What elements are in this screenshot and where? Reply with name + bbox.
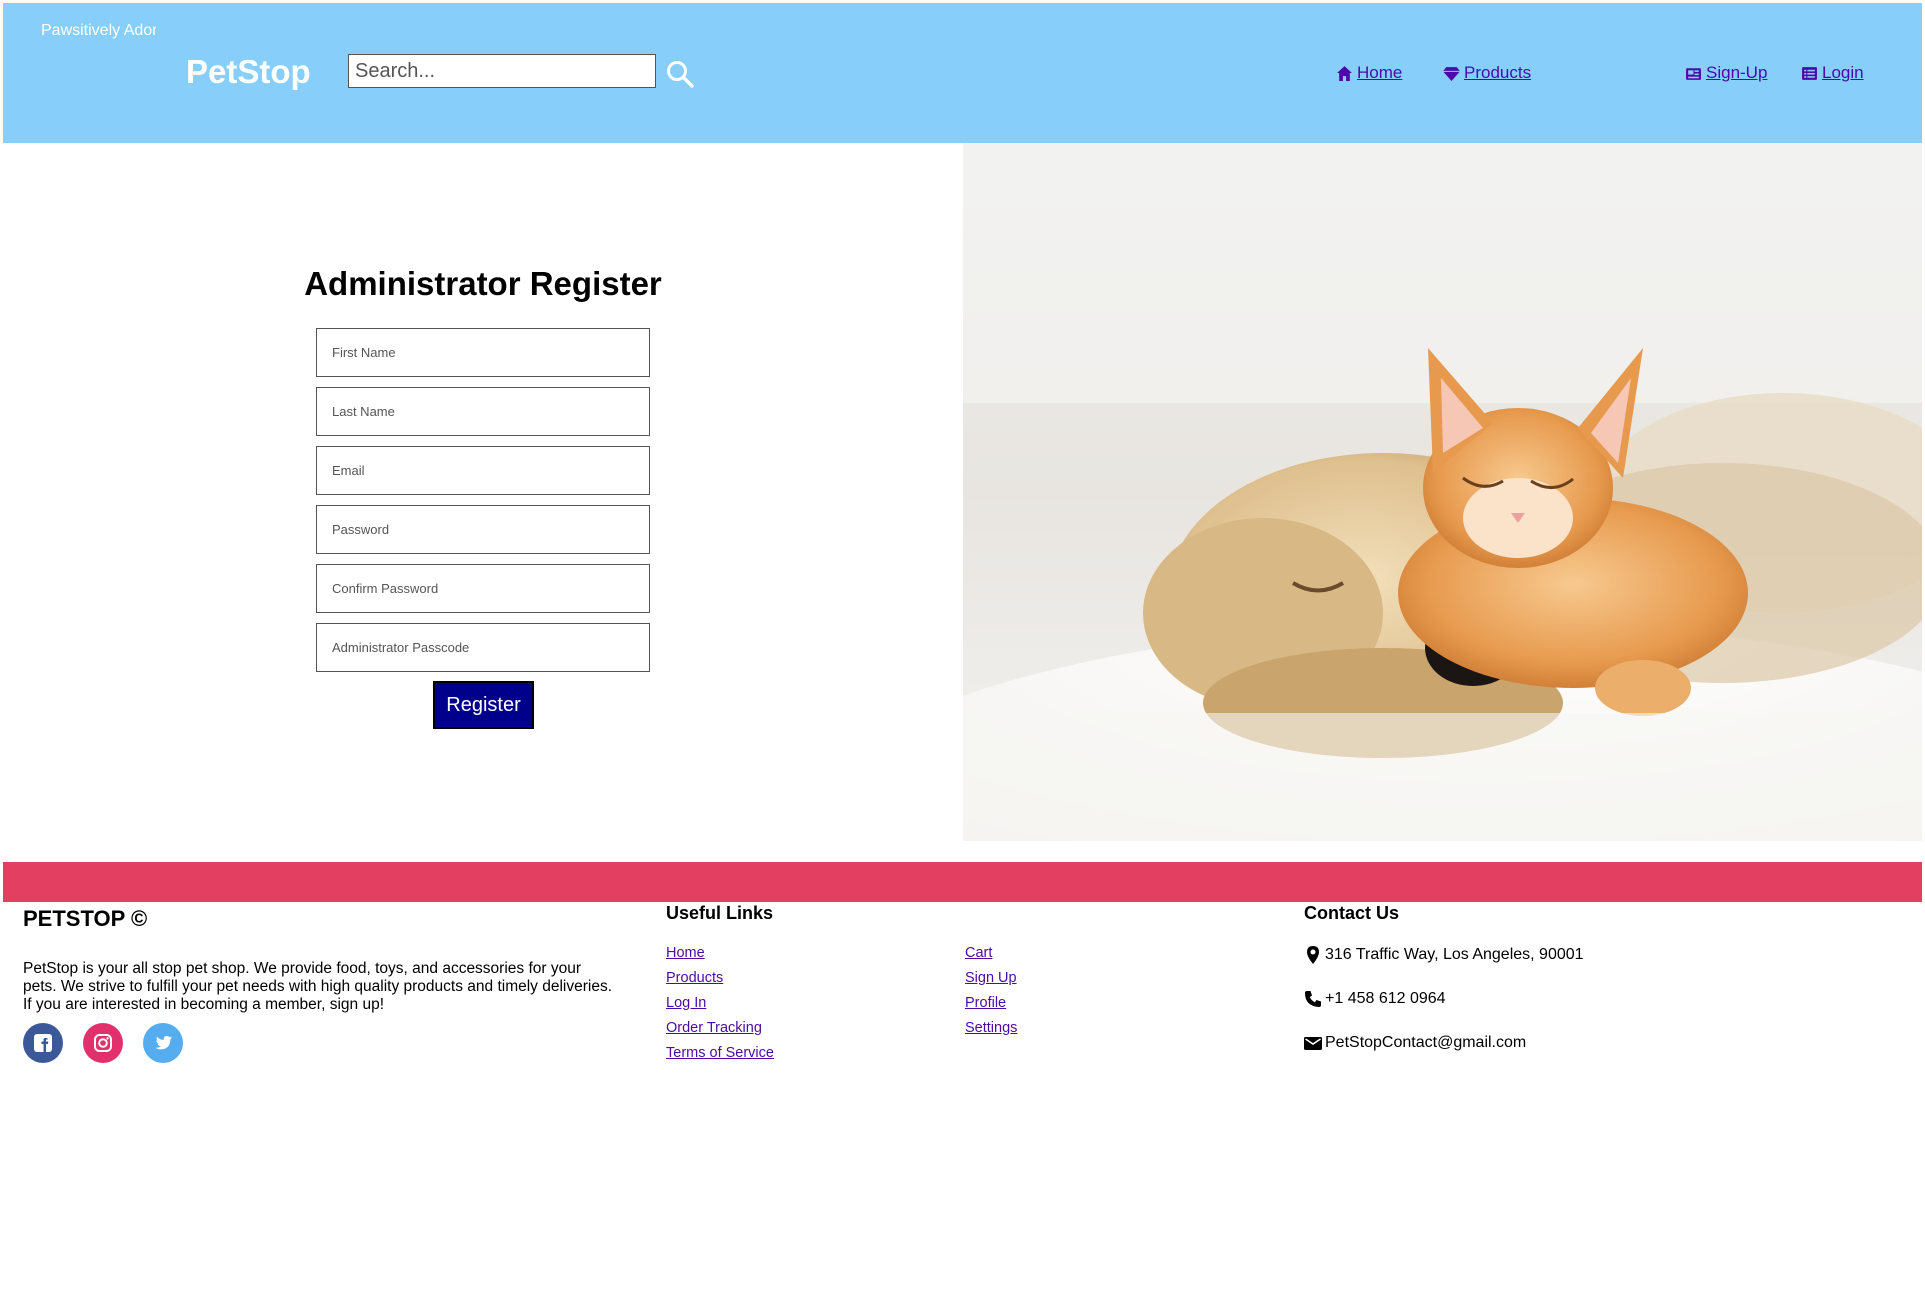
- nav-home-label: Home: [1357, 63, 1403, 82]
- hero-image: [963, 143, 1922, 841]
- footer-link-products[interactable]: Products: [666, 970, 723, 986]
- search-icon: [667, 61, 694, 88]
- confirm-password-field[interactable]: [316, 564, 650, 613]
- footer-link-settings[interactable]: Settings: [965, 1020, 1017, 1036]
- last-name-field[interactable]: [316, 387, 650, 436]
- footer-link-cart[interactable]: Cart: [965, 945, 992, 961]
- map-pin-icon: [1307, 946, 1319, 964]
- brand-logo[interactable]: PetStop: [186, 53, 311, 91]
- footer-link-profile[interactable]: Profile: [965, 995, 1006, 1011]
- contact-address-text: 316 Traffic Way, Los Angeles, 90001: [1325, 946, 1584, 963]
- contact-phone: +1 458 612 0964: [1303, 989, 1446, 1009]
- site-header: Pawsitively Adorable PetStop Home Produc…: [3, 3, 1922, 143]
- nav-signup-link[interactable]: Sign-Up: [1685, 63, 1767, 83]
- nav-products-label: Products: [1464, 63, 1532, 82]
- footer-link-home[interactable]: Home: [666, 945, 705, 961]
- instagram-icon: [94, 1034, 112, 1052]
- contact-email-text: PetStopContact@gmail.com: [1325, 1034, 1527, 1051]
- nav-home-link[interactable]: Home: [1336, 63, 1402, 83]
- useful-links-title: Useful Links: [666, 903, 774, 923]
- mail-icon: [1304, 1037, 1322, 1050]
- first-name-field[interactable]: [316, 328, 650, 377]
- site-footer: PETSTOP © PetStop is your all stop pet s…: [3, 902, 1922, 1152]
- search-button[interactable]: [665, 59, 695, 89]
- search-input[interactable]: [348, 54, 656, 88]
- nav-login-link[interactable]: Login: [1801, 63, 1864, 83]
- nav-login-label: Login: [1822, 63, 1864, 82]
- page-title: Administrator Register: [304, 265, 662, 302]
- gem-icon: [1443, 66, 1460, 81]
- admin-passcode-field[interactable]: [316, 623, 650, 672]
- marquee-text: Pawsitively Adorable: [41, 22, 156, 39]
- twitter-button[interactable]: [143, 1023, 183, 1063]
- nav-signup-label: Sign-Up: [1706, 63, 1768, 82]
- footer-description: PetStop is your all stop pet shop. We pr…: [23, 960, 612, 1013]
- footer-link-order-tracking[interactable]: Order Tracking: [666, 1020, 762, 1036]
- footer-brand: PETSTOP ©: [23, 906, 148, 931]
- footer-link-signup[interactable]: Sign Up: [965, 970, 1017, 986]
- main-content: Administrator Register Register: [3, 143, 1922, 841]
- twitter-icon: [155, 1036, 172, 1050]
- nav-products-link[interactable]: Products: [1443, 63, 1531, 83]
- footer-accent-strip: [3, 862, 1922, 902]
- contact-email: PetStopContact@gmail.com: [1303, 1033, 1526, 1053]
- signup-icon: [1686, 67, 1701, 80]
- footer-link-terms[interactable]: Terms of Service: [666, 1045, 774, 1061]
- phone-icon: [1305, 991, 1321, 1007]
- contact-phone-text: +1 458 612 0964: [1325, 990, 1446, 1007]
- puppy-kitten-photo: [963, 143, 1922, 841]
- password-field[interactable]: [316, 505, 650, 554]
- contact-address: 316 Traffic Way, Los Angeles, 90001: [1303, 945, 1584, 965]
- login-icon: [1802, 66, 1817, 80]
- contact-us-title: Contact Us: [1304, 903, 1400, 923]
- instagram-button[interactable]: [83, 1023, 123, 1063]
- facebook-button[interactable]: [23, 1023, 63, 1063]
- home-icon: [1337, 65, 1352, 81]
- email-field[interactable]: [316, 446, 650, 495]
- register-button[interactable]: Register: [433, 681, 534, 729]
- footer-link-login[interactable]: Log In: [666, 995, 706, 1011]
- facebook-icon: [34, 1034, 52, 1052]
